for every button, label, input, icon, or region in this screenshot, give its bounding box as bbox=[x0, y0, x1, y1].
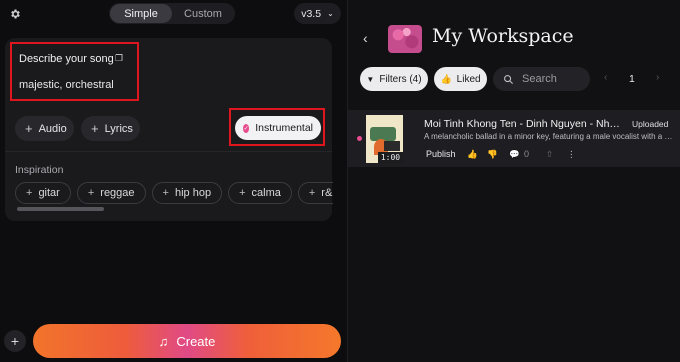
tab-custom[interactable]: Custom bbox=[172, 4, 234, 23]
plus-icon: + bbox=[308, 187, 316, 199]
inspiration-label: Inspiration bbox=[15, 164, 64, 176]
version-label: v3.5 bbox=[301, 7, 322, 20]
prompt-highlight bbox=[10, 42, 139, 101]
inspiration-tags: + gitar + reggae + hip hop + calma + r&b + bbox=[15, 182, 333, 204]
tab-simple[interactable]: Simple bbox=[110, 4, 172, 23]
tag-label: calma bbox=[251, 187, 281, 199]
dislike-icon[interactable]: 👎 bbox=[487, 149, 498, 160]
version-select[interactable]: v3.5 ⌄ bbox=[294, 3, 341, 24]
filter-icon: ▼ bbox=[366, 74, 375, 84]
inspiration-tag[interactable]: + gitar bbox=[15, 182, 71, 204]
prompt-input[interactable]: majestic, orchestral bbox=[19, 79, 114, 91]
lyrics-label: Lyrics bbox=[104, 122, 133, 135]
tag-label: gitar bbox=[38, 187, 60, 199]
page-number: 1 bbox=[629, 73, 635, 85]
prompt-title: Describe your song bbox=[19, 53, 114, 65]
tag-label: hip hop bbox=[174, 187, 212, 199]
music-note-icon: ♫ bbox=[158, 333, 169, 349]
plus-icon: + bbox=[25, 121, 33, 136]
tags-scrollbar[interactable] bbox=[17, 207, 104, 211]
filters-label: Filters (4) bbox=[379, 73, 422, 85]
search-icon bbox=[504, 74, 514, 84]
inspiration-tag[interactable]: + reggae bbox=[76, 182, 146, 204]
workspace-cover-image bbox=[388, 25, 422, 53]
add-lyrics-button[interactable]: + Lyrics bbox=[81, 116, 140, 141]
song-description: A melancholic ballad in a minor key, fea… bbox=[424, 132, 676, 141]
liked-label: Liked bbox=[456, 73, 481, 85]
filters-button[interactable]: ▼ Filters (4) bbox=[360, 67, 428, 91]
plus-icon: + bbox=[162, 187, 169, 199]
share-icon[interactable]: ⇧ bbox=[546, 149, 553, 160]
instrumental-toggle[interactable]: ✓ Instrumental bbox=[235, 116, 321, 140]
next-page-icon[interactable]: › bbox=[656, 72, 659, 83]
inspiration-tag[interactable]: + calma bbox=[228, 182, 292, 204]
status-badge: Uploaded bbox=[632, 119, 669, 129]
workspace-title: My Workspace bbox=[432, 25, 574, 47]
comment-count: 0 bbox=[524, 149, 530, 159]
create-label: Create bbox=[176, 333, 216, 349]
add-button[interactable]: + bbox=[4, 330, 26, 352]
liked-button[interactable]: 👍 Liked bbox=[434, 67, 487, 91]
search-input[interactable]: Search bbox=[493, 67, 590, 91]
chevron-down-icon: ⌄ bbox=[327, 9, 334, 18]
audio-label: Audio bbox=[38, 122, 67, 135]
add-audio-button[interactable]: + Audio bbox=[15, 116, 74, 141]
check-icon: ✓ bbox=[243, 123, 250, 133]
create-button[interactable]: ♫ Create bbox=[33, 324, 341, 358]
back-chevron-icon[interactable]: ‹ bbox=[363, 30, 368, 46]
workspace-panel bbox=[347, 0, 680, 362]
publish-button[interactable]: Publish bbox=[426, 149, 456, 159]
plus-icon: + bbox=[87, 187, 95, 199]
search-placeholder: Search bbox=[522, 73, 557, 85]
copy-icon[interactable]: ❐ bbox=[115, 53, 123, 64]
tag-label: reggae bbox=[100, 187, 135, 199]
mode-toggle: Simple Custom bbox=[109, 3, 235, 24]
thumbs-up-icon: 👍 bbox=[440, 73, 452, 84]
inspiration-tag[interactable]: + r&b bbox=[297, 182, 333, 204]
plus-icon: + bbox=[239, 187, 246, 199]
tag-label: r&b bbox=[321, 187, 333, 199]
comment-icon[interactable]: 💬 bbox=[509, 149, 520, 160]
prev-page-icon[interactable]: ‹ bbox=[604, 72, 607, 83]
plus-icon: + bbox=[91, 121, 99, 136]
plus-icon: + bbox=[26, 187, 33, 199]
new-indicator bbox=[357, 136, 362, 141]
divider bbox=[5, 151, 332, 152]
inspiration-tag[interactable]: + hip hop bbox=[151, 182, 223, 204]
like-icon[interactable]: 👍 bbox=[467, 149, 478, 160]
song-duration: 1:00 bbox=[378, 152, 403, 163]
song-title[interactable]: Moi Tinh Khong Ten - Dinh Nguyen - NhacH… bbox=[424, 118, 624, 130]
gear-icon[interactable] bbox=[5, 4, 25, 24]
more-icon[interactable]: ⋮ bbox=[567, 149, 576, 160]
instrumental-label: Instrumental bbox=[255, 122, 313, 134]
